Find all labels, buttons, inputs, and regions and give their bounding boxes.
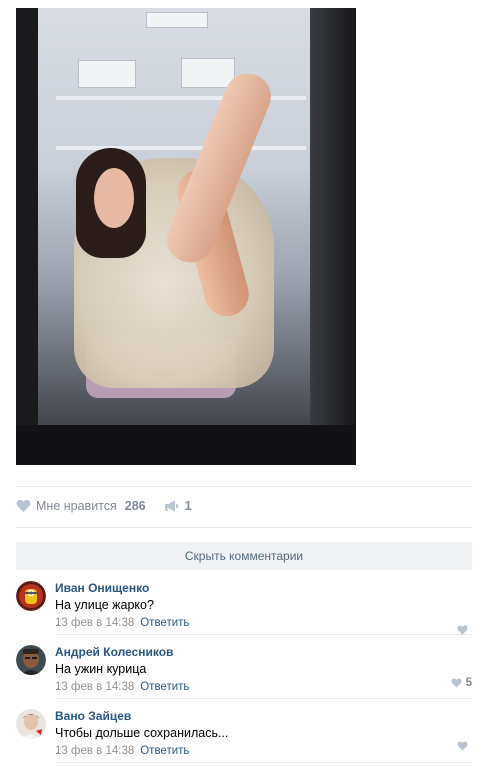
photo-fridge-door (310, 8, 356, 465)
divider (55, 762, 472, 763)
comment-date[interactable]: 13 фев в 14:38 (55, 681, 134, 693)
share-count: 1 (184, 499, 192, 513)
comment-date[interactable]: 13 фев в 14:38 (55, 617, 134, 629)
comment-like-button[interactable] (457, 741, 472, 751)
divider (55, 634, 472, 635)
avatar-image (16, 645, 46, 675)
share-button[interactable]: 1 (164, 499, 192, 513)
like-button[interactable]: Мне нравится 286 (16, 499, 146, 513)
avatar-image (16, 581, 46, 611)
comment-date[interactable]: 13 фев в 14:38 (55, 745, 134, 757)
comment-item: Вано Зайцев Чтобы дольше сохранилась... … (16, 709, 472, 767)
megaphone-icon (164, 500, 178, 512)
comment-author[interactable]: Вано Зайцев (55, 709, 472, 723)
avatar[interactable] (16, 645, 46, 675)
photo-box (181, 58, 235, 88)
heart-icon (457, 741, 468, 751)
avatar-image (16, 709, 46, 739)
comment-item: Андрей Колесников На ужин курица 13 фев … (16, 645, 472, 703)
heart-icon (451, 678, 462, 688)
comment-author[interactable]: Иван Онищенко (55, 581, 472, 595)
comment-like-count: 5 (465, 677, 472, 689)
divider (55, 698, 472, 699)
divider (16, 527, 472, 528)
photo-box (78, 60, 136, 88)
like-label: Мне нравится (36, 499, 117, 513)
photo-fridge-bottom (16, 425, 356, 465)
reply-link[interactable]: Ответить (140, 745, 189, 757)
photo-face (94, 168, 134, 228)
comment-like-button[interactable]: 5 (451, 677, 472, 689)
reply-link[interactable]: Ответить (140, 681, 189, 693)
comment-author[interactable]: Андрей Колесников (55, 645, 472, 659)
photo-fridge-frame (16, 8, 38, 465)
divider (16, 486, 472, 487)
reply-link[interactable]: Ответить (140, 617, 189, 629)
avatar[interactable] (16, 581, 46, 611)
avatar[interactable] (16, 709, 46, 739)
photo-shelf (56, 146, 306, 150)
heart-icon (16, 499, 31, 513)
comment-text: На ужин курица (55, 662, 147, 676)
hide-comments-button[interactable]: Скрыть комментарии (16, 542, 472, 570)
comment-item: Иван Онищенко На улице жарко? 13 фев в 1… (16, 581, 472, 639)
comment-text: На улице жарко? (55, 598, 154, 612)
post-actions: Мне нравится 286 1 (16, 497, 192, 515)
photo-box (146, 12, 208, 28)
comment-text: Чтобы дольше сохранилась... (55, 726, 229, 740)
post-photo[interactable] (16, 8, 356, 465)
like-count: 286 (124, 499, 146, 513)
